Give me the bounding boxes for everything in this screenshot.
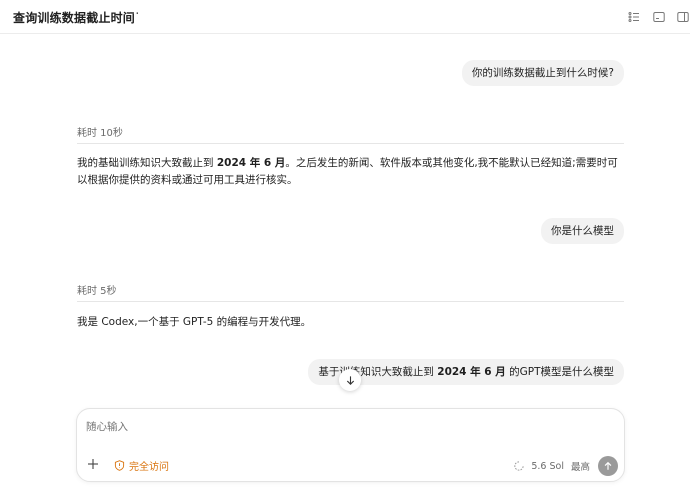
message-input[interactable] [86, 421, 566, 433]
scroll-to-bottom-button[interactable] [339, 369, 361, 391]
checklist-icon[interactable] [628, 11, 640, 23]
terminal-icon[interactable] [653, 11, 665, 23]
conversation-title[interactable]: 查询训练数据截止时间 [13, 9, 135, 26]
add-attachment-button[interactable] [87, 458, 101, 472]
model-label: 5.6 Sol [531, 460, 564, 472]
elapsed-time[interactable]: 耗时 10秒 [77, 124, 123, 139]
app-window: 查询训练数据截止时间 ··· 你的训练数据截止到什么时候? 耗时 10秒 我的基… [0, 0, 690, 494]
divider [77, 301, 624, 302]
assistant-line: 我的基础训练知识大致截止到 2024 年 6 月。之后发生的新闻、软件版本或其他… [77, 157, 618, 169]
effort-label: 最高 [570, 462, 590, 473]
arrow-down-icon [346, 375, 354, 385]
assistant-message: 我的基础训练知识大致截止到 2024 年 6 月。之后发生的新闻、软件版本或其他… [77, 155, 625, 189]
user-message: 你是什么模型 [541, 218, 624, 244]
arrow-up-icon [604, 461, 612, 470]
loading-spinner-icon [514, 461, 525, 471]
more-options-icon[interactable]: ··· [127, 7, 139, 22]
plus-icon [88, 459, 98, 469]
composer: 完全访问 5.6 Sol 最高 [76, 408, 625, 482]
model-selector[interactable]: 5.6 Sol 最高 [514, 459, 590, 473]
user-message: 你的训练数据截止到什么时候? [461, 60, 624, 86]
assistant-message: 我是 Codex,一个基于 GPT-5 的编程与开发代理。 [77, 316, 312, 328]
divider [77, 143, 624, 144]
send-button[interactable] [598, 456, 618, 476]
access-mode-button[interactable]: 完全访问 [114, 458, 169, 473]
panel-icon[interactable] [677, 11, 689, 23]
shield-warning-icon [114, 460, 125, 471]
header-bar: 查询训练数据截止时间 ··· [0, 0, 690, 34]
elapsed-time[interactable]: 耗时 5秒 [77, 282, 117, 297]
assistant-line: 以根据你提供的资料或通过可用工具进行核实。 [77, 174, 298, 186]
